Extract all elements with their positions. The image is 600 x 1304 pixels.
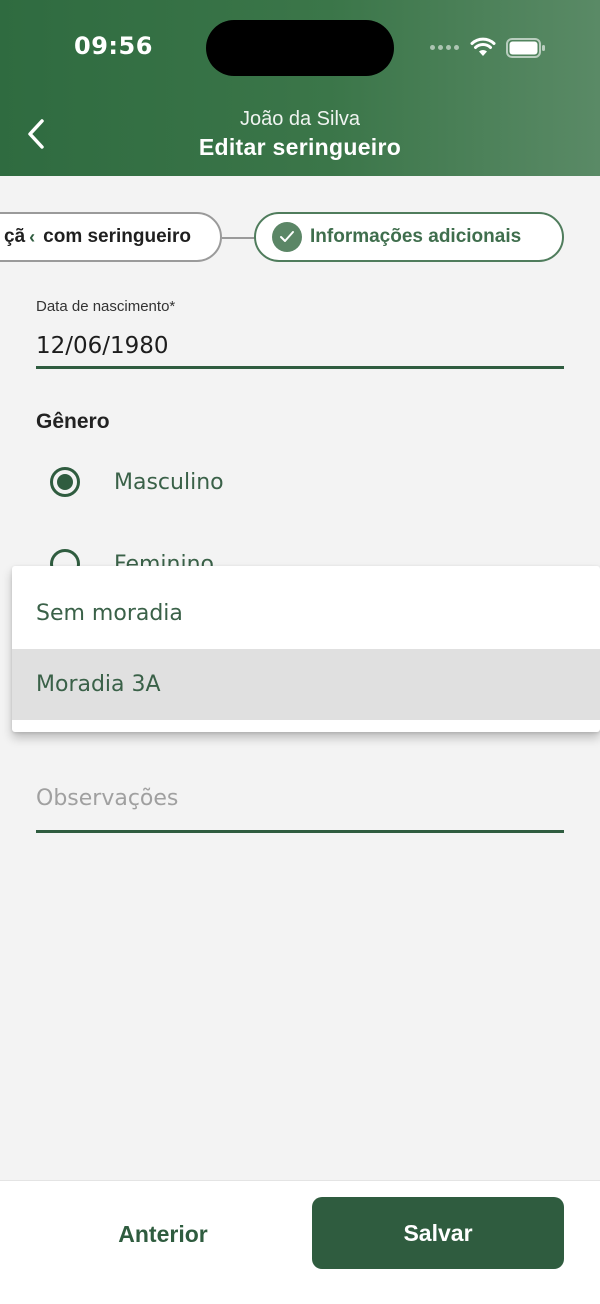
birth-date-underline bbox=[36, 366, 564, 369]
radio-masculino[interactable]: Masculino bbox=[50, 462, 224, 502]
cellular-signal-icon bbox=[430, 45, 459, 50]
birth-date-field[interactable]: 12/06/1980 bbox=[36, 333, 169, 359]
step-previous-label-head: çã bbox=[4, 226, 26, 247]
radio-checked-icon bbox=[50, 467, 80, 497]
housing-dropdown-menu: Sem moradia Moradia 3A bbox=[12, 566, 600, 732]
step-previous[interactable]: çã ‹ com seringueiro bbox=[0, 212, 222, 262]
birth-date-label: Data de nascimento* bbox=[36, 298, 176, 315]
status-icons bbox=[430, 36, 550, 60]
wifi-icon bbox=[470, 37, 496, 56]
step-connector bbox=[222, 237, 256, 239]
page-title: Editar seringueiro bbox=[198, 134, 402, 160]
previous-button[interactable]: Anterior bbox=[40, 1199, 286, 1269]
app-header: 09:56 João da Silva Editar seringueiro bbox=[0, 0, 600, 176]
footer-bar: Anterior Salvar bbox=[0, 1180, 600, 1304]
battery-icon bbox=[506, 38, 545, 58]
dropdown-option-selected[interactable]: Moradia 3A bbox=[12, 649, 600, 720]
step-current[interactable]: Informações adicionais bbox=[254, 212, 564, 262]
dropdown-option[interactable]: Sem moradia bbox=[12, 578, 600, 649]
step-previous-label: com seringueiro bbox=[43, 226, 191, 247]
gender-title: Gênero bbox=[36, 410, 110, 433]
stepper: çã ‹ com seringueiro Informações adicion… bbox=[0, 210, 600, 266]
radio-label: Masculino bbox=[114, 469, 224, 495]
chevron-left-icon: ‹ bbox=[29, 226, 36, 247]
check-icon bbox=[272, 222, 302, 252]
dynamic-island bbox=[206, 20, 394, 76]
header-subtitle: João da Silva bbox=[239, 108, 361, 130]
status-time: 09:56 bbox=[74, 32, 153, 60]
notes-underline bbox=[36, 830, 564, 833]
step-current-label: Informações adicionais bbox=[310, 226, 522, 247]
save-button[interactable]: Salvar bbox=[312, 1197, 564, 1269]
notes-field[interactable]: Observações bbox=[36, 786, 178, 811]
